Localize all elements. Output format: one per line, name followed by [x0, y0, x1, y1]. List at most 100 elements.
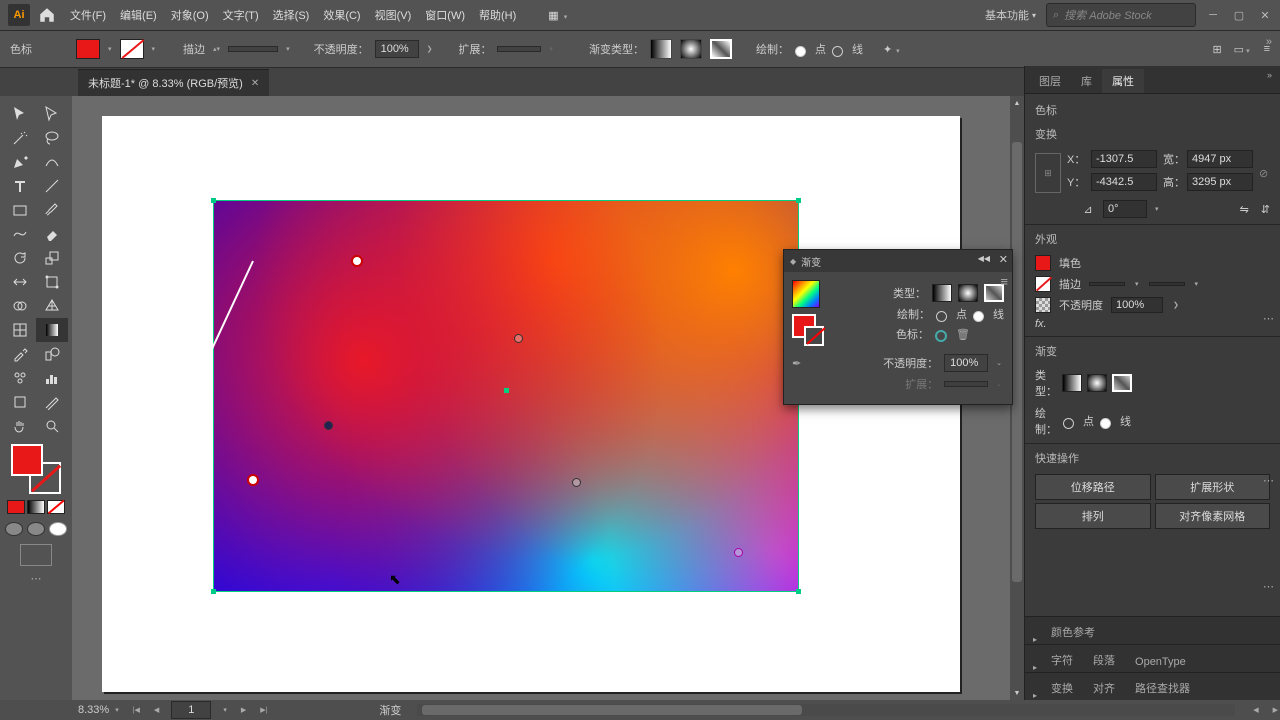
menu-help[interactable]: 帮助(H) — [479, 7, 516, 23]
draw-behind[interactable] — [27, 522, 45, 536]
rp-draw-line[interactable] — [1100, 418, 1111, 429]
close-button[interactable]: ✕ — [1258, 8, 1272, 22]
fp-draw-line[interactable] — [973, 311, 984, 322]
gradient-point-6[interactable] — [734, 548, 743, 557]
appearance-stroke-weight[interactable] — [1089, 282, 1125, 286]
gradient-point-3[interactable] — [514, 334, 523, 343]
appearance-more-icon[interactable]: ⋯ — [1263, 474, 1274, 487]
curvature-tool[interactable] — [36, 150, 68, 174]
gradient-stop-2[interactable] — [247, 474, 259, 486]
selection-handle-bl[interactable] — [211, 589, 216, 594]
appearance-fill-swatch[interactable] — [1035, 255, 1051, 271]
lasso-tool[interactable] — [36, 126, 68, 150]
brush-tool[interactable] — [36, 198, 68, 222]
zoom-level[interactable]: 8.33% — [78, 704, 109, 716]
type-tool[interactable] — [4, 174, 36, 198]
tab-layers[interactable]: 图层 — [1029, 69, 1071, 93]
fp-draw-point[interactable] — [936, 311, 947, 322]
gradient-panel[interactable]: ◆ 渐变 ◀◀ ✕ 类型： 绘制： 点 线 色 — [783, 249, 1013, 405]
graph-tool[interactable] — [36, 366, 68, 390]
draw-inside[interactable] — [49, 522, 67, 536]
scrollbar-thumb[interactable] — [1012, 142, 1022, 582]
menu-edit[interactable]: 编辑(E) — [120, 7, 157, 23]
document-tab[interactable]: 未标题-1* @ 8.33% (RGB/预览) ✕ — [78, 69, 269, 96]
hand-tool[interactable] — [4, 414, 36, 438]
blend-tool[interactable] — [36, 342, 68, 366]
gradient-point-4[interactable] — [324, 421, 333, 430]
fp-delete-stop-icon[interactable]: 🗑 — [956, 328, 970, 341]
rp-draw-point[interactable] — [1063, 418, 1074, 429]
eraser-tool[interactable] — [36, 222, 68, 246]
symbol-tool[interactable] — [4, 366, 36, 390]
tab-transform[interactable]: 变换 — [1041, 676, 1083, 700]
fill-stroke-control[interactable] — [11, 444, 61, 494]
magic-wand-tool[interactable] — [4, 126, 36, 150]
gradient-fill-swatch[interactable] — [792, 314, 816, 338]
workspace-dropdown[interactable]: 基本功能 — [985, 7, 1036, 23]
transform-w-input[interactable]: 4947 px — [1187, 150, 1253, 168]
edit-toolbar-icon[interactable]: ⋯ — [31, 572, 42, 585]
mesh-tool[interactable] — [4, 318, 36, 342]
quick-arrange[interactable]: 排列 — [1035, 503, 1151, 529]
close-tab-icon[interactable]: ✕ — [251, 78, 259, 89]
color-mode-none[interactable] — [47, 500, 65, 514]
rotate-tool[interactable] — [4, 246, 36, 270]
selection-tool[interactable] — [4, 102, 36, 126]
prefs-icon[interactable]: ▭▾ — [1234, 43, 1252, 56]
rp-gradtype-freeform[interactable] — [1112, 374, 1132, 392]
artboard-nav-prev[interactable]: ◀ — [154, 706, 159, 714]
menu-window[interactable]: 窗口(W) — [425, 7, 465, 23]
color-mode-gradient[interactable] — [27, 500, 45, 514]
flip-h-icon[interactable]: ⇋ — [1240, 203, 1249, 216]
opacity-input[interactable]: 100% — [375, 40, 419, 58]
recolor-icon[interactable]: ✦ ▾ — [883, 43, 902, 56]
gradient-more-icon[interactable]: ⋯ — [1263, 580, 1274, 593]
fp-type-linear[interactable] — [932, 284, 952, 302]
rp-gradtype-linear[interactable] — [1062, 374, 1082, 392]
tab-pathfinder[interactable]: 路径查找器 — [1125, 676, 1200, 700]
tab-opentype[interactable]: OpenType — [1125, 652, 1196, 672]
hscroll-thumb[interactable] — [422, 705, 802, 715]
align-pixel-icon[interactable]: ⊞ — [1212, 43, 1221, 56]
fp-stop-color[interactable] — [935, 330, 947, 342]
fp-opacity-input[interactable]: 100% — [944, 354, 988, 372]
flip-v-icon[interactable]: ⇵ — [1261, 203, 1270, 216]
tab-colorguide[interactable]: 颜色参考 — [1041, 620, 1105, 644]
stroke-weight-input[interactable] — [228, 46, 278, 52]
quick-offset-path[interactable]: 位移路径 — [1035, 474, 1151, 500]
scale-tool[interactable] — [36, 246, 68, 270]
transform-more-icon[interactable]: ⋯ — [1263, 312, 1274, 325]
artboard-number[interactable]: 1 — [171, 701, 211, 719]
free-transform-tool[interactable] — [36, 270, 68, 294]
tab-properties[interactable]: 属性 — [1102, 69, 1144, 93]
search-stock-input[interactable]: ⌕ 搜索 Adobe Stock — [1046, 3, 1196, 27]
gradtype-linear-button[interactable] — [650, 39, 672, 59]
pen-tool[interactable] — [4, 150, 36, 174]
rectangle-tool[interactable] — [4, 198, 36, 222]
horizontal-scrollbar[interactable] — [417, 704, 1235, 716]
menu-object[interactable]: 对象(O) — [171, 7, 209, 23]
selection-handle-tr[interactable] — [796, 198, 801, 203]
artboard-nav-first[interactable]: |◀ — [133, 706, 140, 714]
color-mode-solid[interactable] — [7, 500, 25, 514]
reference-point-icon[interactable]: ⊞ — [1035, 153, 1061, 193]
home-icon[interactable] — [38, 6, 56, 24]
expand-input[interactable] — [497, 46, 541, 52]
gradient-tool[interactable] — [36, 318, 68, 342]
eyedropper-tool[interactable] — [4, 342, 36, 366]
width-tool[interactable] — [4, 270, 36, 294]
shape-builder-tool[interactable] — [4, 294, 36, 318]
right-panel-overflow[interactable]: » — [1267, 70, 1272, 80]
draw-normal[interactable] — [5, 522, 23, 536]
tab-paragraph[interactable]: 段落 — [1083, 648, 1125, 672]
scroll-up-icon[interactable]: ▲ — [1010, 96, 1024, 110]
perspective-tool[interactable] — [36, 294, 68, 318]
selection-handle-br[interactable] — [796, 589, 801, 594]
hscroll-left-icon[interactable]: ◀ — [1253, 706, 1258, 714]
tab-align[interactable]: 对齐 — [1083, 676, 1125, 700]
fill-box[interactable] — [11, 444, 43, 476]
line-tool[interactable] — [36, 174, 68, 198]
panel-collapse-icon[interactable]: ◀◀ — [978, 254, 990, 263]
quick-expand-shape[interactable]: 扩展形状 — [1155, 474, 1271, 500]
quick-align-pixel[interactable]: 对齐像素网格 — [1155, 503, 1271, 529]
